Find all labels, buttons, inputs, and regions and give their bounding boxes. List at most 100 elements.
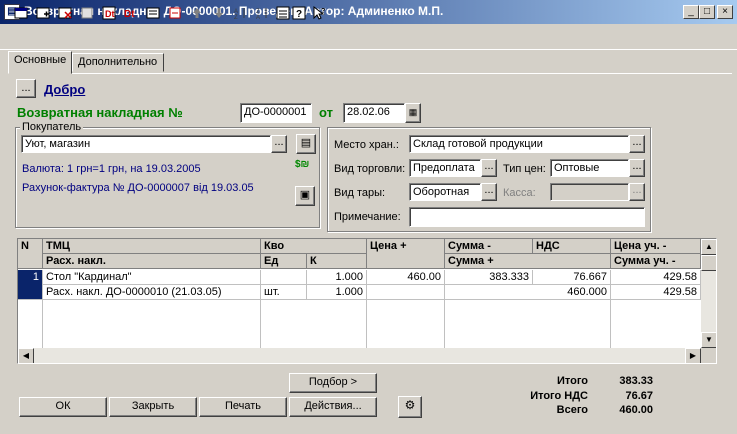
toolbar [0, 24, 737, 50]
row-name-cell[interactable]: Стол "Кардинал" [43, 270, 261, 285]
edit-icon[interactable] [78, 4, 96, 22]
print-button[interactable]: Печать [199, 397, 287, 417]
grid-line [260, 300, 261, 348]
col-vat-header[interactable]: НДС [533, 239, 611, 254]
context-help-icon[interactable]: ? [310, 4, 328, 22]
currency-icon[interactable]: $₪ [295, 159, 315, 179]
row-doc-cell[interactable]: Расх. накл. ДО-0000010 (21.03.05) [43, 285, 261, 300]
journal-icon[interactable] [144, 4, 162, 22]
grid-line [610, 300, 611, 348]
row-price-acc-cell[interactable]: 429.58 [611, 270, 701, 285]
col-qty-header[interactable]: Кво [261, 239, 367, 254]
row-k-cell[interactable]: 1.000 [307, 285, 367, 300]
tare-field[interactable]: Оборотная [409, 183, 481, 201]
sort-asc-icon[interactable]: AZ [232, 4, 250, 22]
from-label: от [319, 105, 333, 120]
svg-text:?: ? [296, 9, 302, 20]
new-icon[interactable] [12, 4, 30, 22]
settings-icon[interactable]: ⚙ [398, 396, 422, 418]
scroll-right-icon[interactable]: ▶ [685, 348, 701, 363]
close-button[interactable]: × [717, 5, 733, 19]
row-unit-cell[interactable]: шт. [261, 285, 307, 300]
structure-icon[interactable] [166, 4, 184, 22]
items-table[interactable]: N ТМЦ Кво Цена + Сумма - НДС Цена уч. - … [17, 238, 717, 364]
arrow-up-icon[interactable] [188, 4, 206, 22]
scroll-left-icon[interactable]: ◀ [18, 348, 34, 363]
delete-icon[interactable] [56, 4, 74, 22]
doc-label: Возвратная накладная № [17, 105, 183, 120]
col-doc-header[interactable]: Расх. накл. [43, 254, 261, 269]
col-unit-header[interactable]: Ед [261, 254, 307, 269]
doc-number-field[interactable]: ДО-0000001 [240, 103, 312, 123]
grid-line [366, 300, 367, 348]
row-sum-acc-cell[interactable]: 429.58 [611, 285, 701, 300]
row-qty-cell[interactable]: 1.000 [307, 270, 367, 285]
svg-text:A: A [256, 15, 260, 21]
sort-desc-icon[interactable]: ZA [254, 4, 272, 22]
store-field[interactable]: Склад готовой продукции [409, 135, 629, 153]
tab-divider [8, 73, 732, 74]
copy-new-icon[interactable] [34, 4, 52, 22]
doc-date-field[interactable]: 28.02.06 [343, 103, 405, 123]
price-type-field[interactable]: Оптовые [550, 159, 629, 177]
calendar-icon[interactable]: ▦ [405, 103, 421, 123]
scroll-down-icon[interactable]: ▼ [701, 332, 716, 348]
tare-select-button[interactable]: ... [481, 183, 497, 201]
cash-field [550, 183, 629, 201]
maximize-button[interactable]: □ [699, 5, 715, 19]
col-k-header[interactable]: К [307, 254, 367, 269]
total-vat-value: 76.67 [625, 390, 653, 402]
row-n-cell[interactable]: 1 [18, 270, 43, 300]
svg-text:Z: Z [234, 15, 238, 21]
grid-line [444, 300, 445, 348]
total-value: 383.33 [619, 375, 653, 387]
row-sum-cell[interactable]: 383.333 [445, 270, 533, 285]
buyer-field[interactable]: Уют, магазин [21, 135, 271, 153]
scroll-thumb[interactable] [701, 255, 716, 271]
firm-link[interactable]: Добро [44, 82, 85, 97]
price-type-select-button[interactable]: ... [629, 159, 645, 177]
arrow-down-icon[interactable] [210, 4, 228, 22]
row-empty-cell[interactable] [367, 285, 445, 300]
svg-text:Dt: Dt [124, 9, 135, 20]
row-sum-plus-cell[interactable]: 460.000 [445, 285, 611, 300]
tare-label: Вид тары: [334, 187, 386, 199]
svg-text:?: ? [321, 8, 325, 15]
trade-select-button[interactable]: ... [481, 159, 497, 177]
col-price-header[interactable]: Цена + [367, 239, 445, 269]
ok-button[interactable]: ОК [19, 397, 107, 417]
row-price-cell[interactable]: 460.00 [367, 270, 445, 285]
col-sum-acc-header[interactable]: Сумма уч. - [611, 254, 701, 269]
help-icon[interactable]: ? [290, 4, 308, 22]
ellipsis-button[interactable]: ... [16, 79, 36, 98]
store-select-button[interactable]: ... [629, 135, 645, 153]
select-button[interactable]: Подбор > [289, 373, 377, 393]
grand-total-value: 460.00 [619, 404, 653, 416]
col-sum-plus-header[interactable]: Сумма + [445, 254, 611, 269]
invoice-text: Рахунок-фактура № ДО-0000007 від 19.03.0… [22, 182, 254, 194]
store-label: Место хран.: [334, 139, 399, 151]
row-vat-cell[interactable]: 76.667 [533, 270, 611, 285]
col-n-header[interactable]: N [18, 239, 43, 269]
col-sum-minus-header[interactable]: Сумма - [445, 239, 533, 254]
actions-button[interactable]: Действия... [289, 397, 377, 417]
buyer-group-label: Покупатель [20, 121, 84, 133]
buyer-card-icon[interactable]: ▤ [296, 134, 316, 154]
col-tmc-header[interactable]: ТМЦ [43, 239, 261, 254]
scroll-up-icon[interactable]: ▲ [701, 239, 716, 255]
invoice-icon[interactable]: ▣ [295, 186, 315, 206]
note-field[interactable] [409, 207, 645, 227]
tab-main[interactable]: Основные [8, 51, 72, 74]
unpost-icon[interactable]: Dt [122, 4, 140, 22]
post-icon[interactable]: Dt [100, 4, 118, 22]
close-form-button[interactable]: Закрыть [109, 397, 197, 417]
row-unit-spacer[interactable] [261, 270, 307, 285]
horizontal-scrollbar[interactable] [18, 348, 701, 363]
buyer-select-button[interactable]: ... [271, 135, 287, 153]
trade-field[interactable]: Предоплата [409, 159, 481, 177]
tab-additional[interactable]: Дополнительно [72, 53, 164, 72]
currency-text: Валюта: 1 грн=1 грн, на 19.03.2005 [22, 163, 201, 175]
minimize-button[interactable]: _ [683, 5, 699, 19]
col-price-acc-header[interactable]: Цена уч. - [611, 239, 701, 254]
scroll-corner [701, 348, 716, 363]
